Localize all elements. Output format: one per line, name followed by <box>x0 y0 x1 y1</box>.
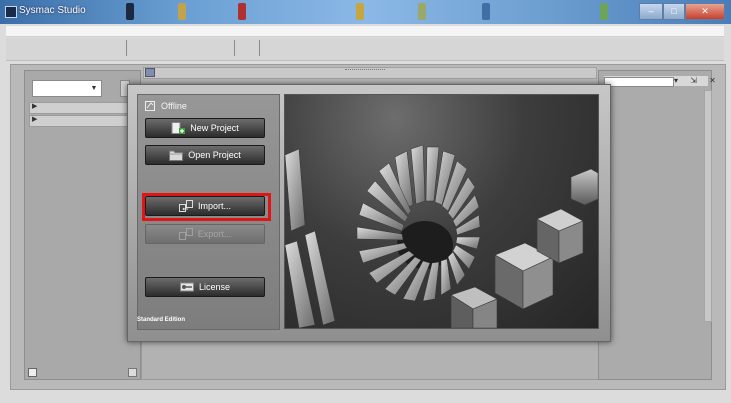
pane-control-buttons[interactable]: ▾ ⇲ ✕ <box>674 76 721 86</box>
license-button[interactable]: License <box>145 277 265 297</box>
offline-icon <box>145 101 155 111</box>
filter-icon[interactable] <box>28 368 37 377</box>
tree-row[interactable] <box>29 115 131 127</box>
expand-arrow-icon[interactable]: ▶ <box>32 102 37 112</box>
toolbar-separator <box>234 40 235 56</box>
taskbar-thumbnail <box>178 3 186 20</box>
taskbar-thumbnail <box>600 3 608 20</box>
window-controls: – □ ✕ <box>639 3 725 20</box>
toolbar <box>6 38 724 61</box>
taskbar-thumbnail <box>482 3 490 20</box>
menu-bar[interactable] <box>6 26 724 37</box>
new-project-icon <box>171 122 186 134</box>
license-label: License <box>198 282 231 292</box>
open-project-button[interactable]: Open Project <box>145 145 265 165</box>
taskbar-thumbnail <box>418 3 426 20</box>
pane-menu-icon[interactable] <box>128 368 137 377</box>
open-project-label: Open Project <box>188 150 241 160</box>
pane-grip[interactable] <box>345 69 385 74</box>
toolbox-search-input[interactable] <box>604 77 674 87</box>
window-title: Sysmac Studio <box>19 5 86 16</box>
chevron-down-icon[interactable]: ▼ <box>88 83 100 94</box>
edit-pane-icon <box>145 68 155 77</box>
taskbar-thumbnail <box>238 3 246 20</box>
folder-icon <box>169 150 184 161</box>
import-highlight-box <box>142 193 271 221</box>
close-button[interactable]: ✕ <box>685 3 725 20</box>
edition-label: Standard Edition <box>137 317 185 323</box>
expand-arrow-icon[interactable]: ▶ <box>32 115 37 125</box>
maximize-button[interactable]: □ <box>663 3 685 20</box>
export-icon <box>178 228 193 240</box>
export-button[interactable]: Export... <box>145 224 265 244</box>
vertical-scrollbar[interactable] <box>704 90 712 322</box>
new-project-button[interactable]: New Project <box>145 118 265 138</box>
toolbar-separator <box>259 40 260 56</box>
minimize-button[interactable]: – <box>639 3 663 20</box>
toolbox-pane <box>598 70 712 380</box>
offline-label: Offline <box>161 101 187 111</box>
title-bar[interactable] <box>0 0 731 24</box>
taskbar-thumbnail <box>126 3 134 20</box>
new-project-label: New Project <box>190 123 239 133</box>
toolbar-separator <box>126 40 127 56</box>
tree-row[interactable] <box>29 102 131 114</box>
export-label: Export... <box>197 229 232 239</box>
license-key-icon <box>179 282 194 292</box>
edit-pane <box>141 340 600 380</box>
app-icon <box>5 6 17 18</box>
start-page-graphic <box>284 94 599 329</box>
taskbar-thumbnail <box>356 3 364 20</box>
